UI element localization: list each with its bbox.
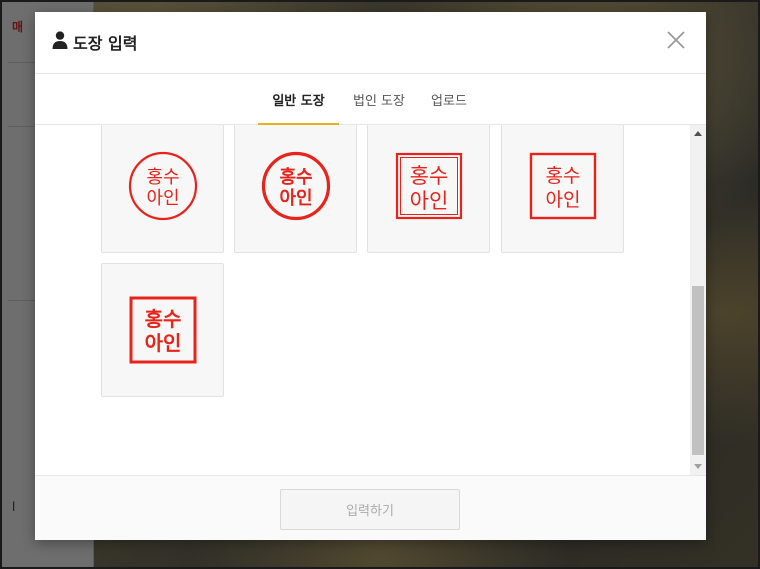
- tab-general-stamp[interactable]: 일반 도장: [258, 74, 339, 126]
- stamp-text: 홍수: [146, 167, 179, 188]
- stamp-text: 아인: [146, 188, 179, 209]
- tab-corporate-stamp[interactable]: 법인 도장: [345, 74, 413, 125]
- stamp-seal: 홍수아인: [261, 151, 330, 221]
- stamp-option[interactable]: 홍수 아인: [101, 263, 224, 397]
- scrollbar[interactable]: [690, 125, 706, 475]
- stamp-tabs: 일반 도장 법인 도장 업로드: [35, 74, 706, 126]
- stamp-option[interactable]: 홍수 아인: [501, 125, 624, 253]
- stamp-seal: 홍수아인: [128, 151, 197, 221]
- user-icon: [52, 31, 68, 49]
- close-icon[interactable]: [666, 30, 686, 50]
- stamp-text: 홍수: [144, 307, 181, 331]
- stamp-text: 아인: [409, 189, 448, 213]
- submit-button[interactable]: 입력하기: [280, 489, 460, 530]
- stamp-text: 아인: [545, 189, 580, 211]
- scroll-down-icon[interactable]: [694, 464, 702, 469]
- stamp-text: 홍수: [279, 166, 312, 188]
- stamp-seal: 홍수아인: [529, 152, 596, 220]
- stamp-text: 홍수: [545, 165, 580, 187]
- stamp-text: 아인: [144, 331, 181, 355]
- tab-upload[interactable]: 업로드: [424, 74, 474, 125]
- stamp-option[interactable]: 홍수 아인: [234, 125, 357, 253]
- stamp-seal: 홍수아인: [395, 152, 462, 220]
- stamp-text: 홍수: [409, 164, 448, 188]
- dialog-header: 도장 입력: [35, 12, 706, 74]
- scroll-up-icon[interactable]: [694, 131, 702, 136]
- stamp-list: 홍수 아인 홍수 아인 홍수 아인 홍수 아인 홍수 아인: [35, 125, 706, 475]
- stamp-text: 아인: [279, 188, 312, 209]
- stamp-seal: 홍수아인: [129, 296, 196, 364]
- stamp-option[interactable]: 홍수 아인: [101, 125, 224, 253]
- dialog-title: 도장 입력: [73, 34, 138, 53]
- stamp-option[interactable]: 홍수 아인: [367, 125, 490, 253]
- scroll-thumb[interactable]: [692, 286, 704, 455]
- dialog-footer: 입력하기: [35, 475, 706, 540]
- stamp-input-dialog: 도장 입력 일반 도장 법인 도장 업로드 홍수 아인 홍수 아인 홍수 아인 홍수 아인 홍수…: [35, 12, 706, 540]
